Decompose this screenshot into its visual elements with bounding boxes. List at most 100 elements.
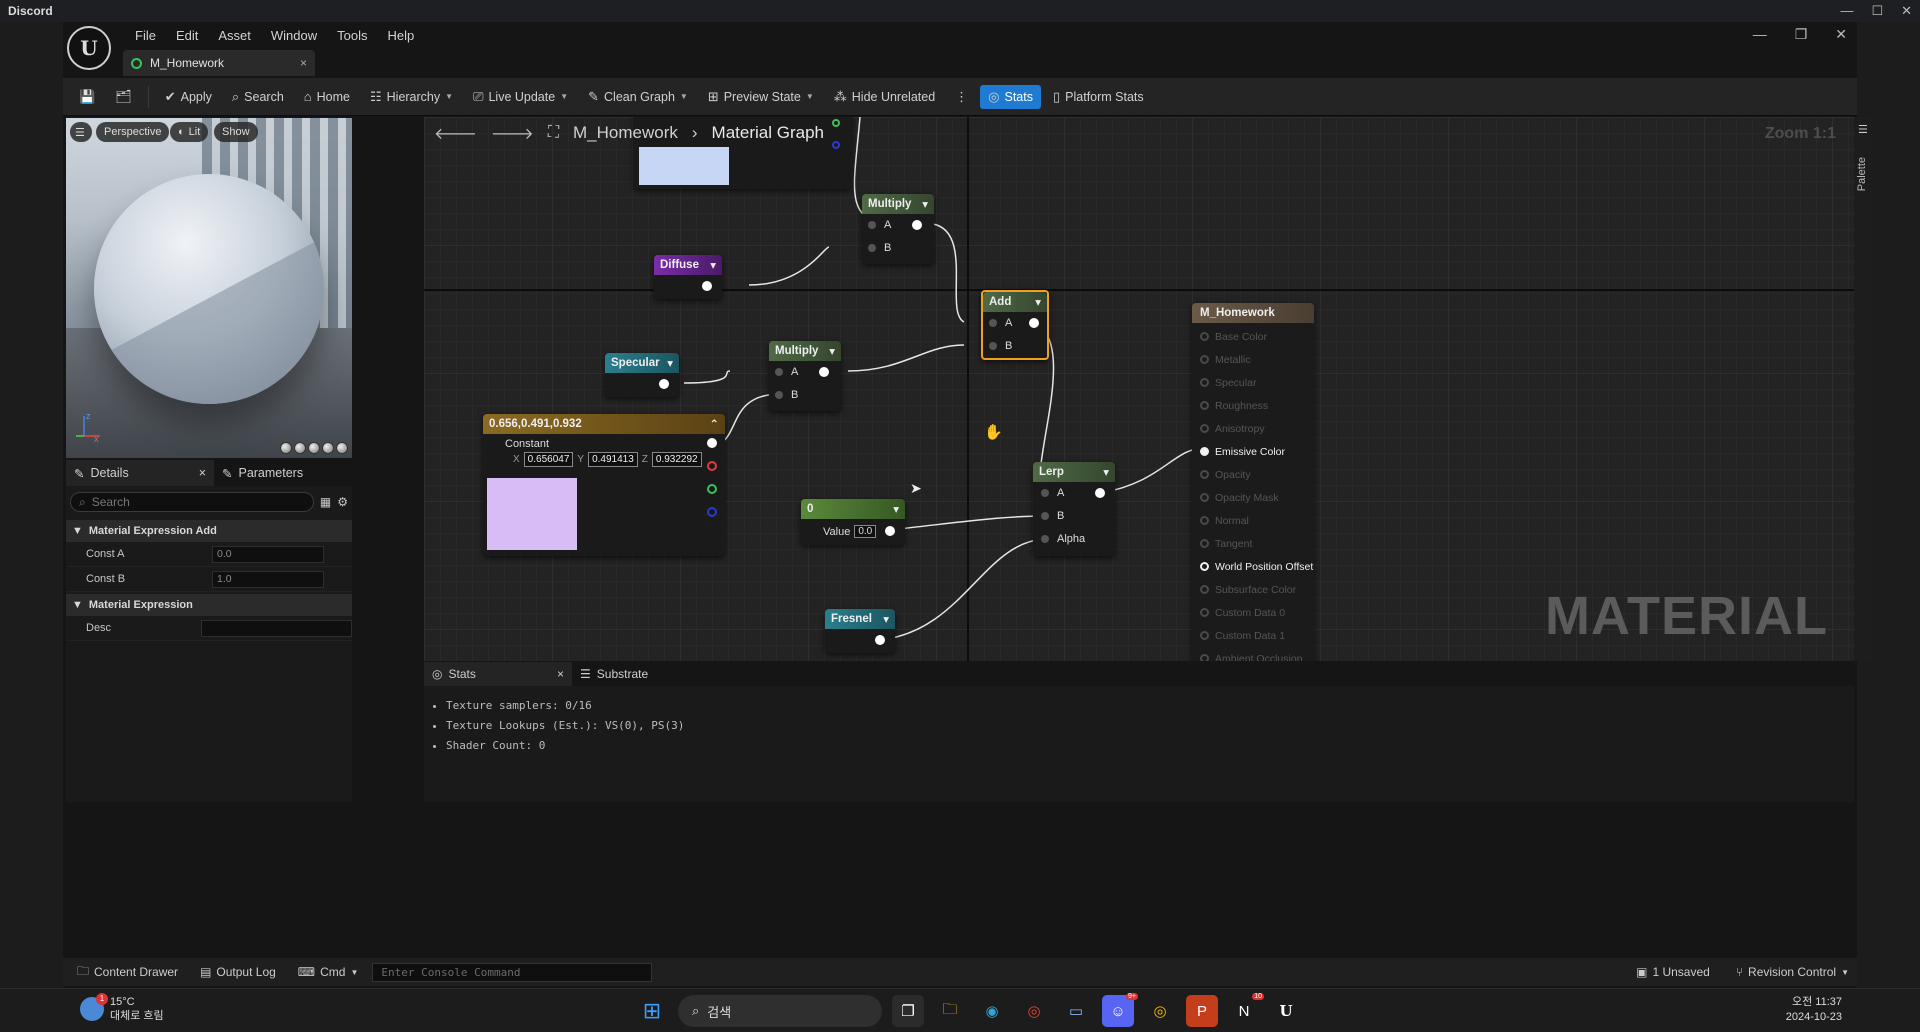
stats-button[interactable]: ◎ Stats bbox=[980, 84, 1041, 109]
menu-asset[interactable]: Asset bbox=[208, 24, 261, 47]
const-b-field[interactable]: 1.0 bbox=[212, 570, 324, 588]
result-input-pin[interactable] bbox=[1200, 493, 1209, 502]
result-input-pin-row[interactable]: Metallic bbox=[1200, 348, 1313, 371]
result-input-pin-row[interactable]: Base Color bbox=[1200, 325, 1313, 348]
settings-gear-icon[interactable]: ⚙ bbox=[337, 495, 348, 509]
forward-arrow-icon[interactable]: 🡒 bbox=[491, 123, 534, 144]
output-pin[interactable] bbox=[659, 379, 669, 389]
tab-details[interactable]: ✎ Details × bbox=[66, 460, 214, 486]
multiply-node-2[interactable]: Multiply ▾ A B bbox=[769, 341, 841, 411]
result-input-pin-row[interactable]: Custom Data 0 bbox=[1200, 601, 1313, 624]
table-view-icon[interactable]: ▦ bbox=[320, 495, 331, 509]
result-input-pin-row[interactable]: Emissive Color bbox=[1200, 440, 1313, 463]
result-input-pin[interactable] bbox=[1200, 631, 1209, 640]
save-button[interactable]: 💾 bbox=[71, 85, 103, 109]
input-pin-a[interactable] bbox=[775, 368, 783, 376]
back-arrow-icon[interactable]: 🡐 bbox=[434, 123, 477, 144]
preview-shape-button[interactable] bbox=[322, 442, 334, 454]
viewport-menu-button[interactable]: ☰ bbox=[70, 122, 92, 142]
hierarchy-dropdown[interactable]: ☷ Hierarchy ▼ bbox=[362, 85, 461, 109]
preview-shape-button[interactable] bbox=[308, 442, 320, 454]
hide-unrelated-button[interactable]: ⁂ Hide Unrelated bbox=[826, 85, 943, 109]
input-pin-a[interactable] bbox=[1041, 489, 1049, 497]
output-pin[interactable] bbox=[875, 635, 885, 645]
taskbar-search-box[interactable]: ⌕ 검색 bbox=[678, 995, 882, 1027]
live-update-dropdown[interactable]: ⎚ Live Update ▼ bbox=[465, 85, 576, 109]
output-pin[interactable] bbox=[702, 281, 712, 291]
section-material-expression[interactable]: ▼ Material Expression bbox=[66, 594, 352, 616]
chrome-icon[interactable]: ◎ bbox=[1018, 995, 1050, 1027]
result-input-pin[interactable] bbox=[1200, 585, 1209, 594]
result-input-pin-row[interactable]: Subsurface Color bbox=[1200, 578, 1313, 601]
blue-channel-pin[interactable] bbox=[707, 507, 717, 517]
powerpoint-icon[interactable]: P bbox=[1186, 995, 1218, 1027]
app-minimize-button[interactable]: — bbox=[1753, 26, 1767, 43]
constant-node[interactable]: 0 ▾ Value 0.0 bbox=[801, 499, 905, 545]
result-input-pin[interactable] bbox=[1200, 447, 1209, 456]
result-input-pin[interactable] bbox=[1200, 608, 1209, 617]
result-input-pin-row[interactable]: Ambient Occlusion bbox=[1200, 647, 1313, 661]
perspective-button[interactable]: Perspective bbox=[96, 122, 170, 142]
graph-hierarchy-icon[interactable]: ⛶ bbox=[548, 124, 559, 142]
fresnel-node[interactable]: Fresnel ▾ bbox=[825, 609, 895, 653]
material-result-node[interactable]: M_Homework Base Color Metallic Specular Rou… bbox=[1192, 303, 1314, 661]
browse-button[interactable]: 🗂 bbox=[107, 85, 140, 109]
section-material-expression-add[interactable]: ▼ Material Expression Add bbox=[66, 520, 352, 542]
result-input-pin[interactable] bbox=[1200, 355, 1209, 364]
menu-edit[interactable]: Edit bbox=[166, 24, 208, 47]
chrome-icon[interactable]: ◎ bbox=[1144, 995, 1176, 1027]
cmd-dropdown[interactable]: ⌨ Cmd ▼ bbox=[290, 962, 367, 982]
tab-substrate[interactable]: ☰ Substrate bbox=[572, 662, 656, 686]
multiply-node-1[interactable]: Multiply ▾ A B bbox=[862, 194, 934, 264]
preview-shape-button[interactable] bbox=[280, 442, 292, 454]
revision-control-dropdown[interactable]: ⑂ Revision Control ▼ bbox=[1728, 962, 1857, 982]
menu-tools[interactable]: Tools bbox=[327, 24, 377, 47]
input-pin-b[interactable] bbox=[989, 342, 997, 350]
home-button[interactable]: ⌂ Home bbox=[296, 85, 358, 108]
file-explorer-icon[interactable]: 🗀 bbox=[934, 995, 966, 1027]
document-tab-close-icon[interactable]: × bbox=[300, 56, 307, 70]
result-input-pin-row[interactable]: Tangent bbox=[1200, 532, 1313, 555]
desc-field[interactable] bbox=[200, 619, 352, 637]
preview-state-dropdown[interactable]: ⊞ Preview State ▼ bbox=[700, 85, 822, 109]
taskbar-clock[interactable]: 오전 11:37 2024-10-23 bbox=[1786, 995, 1842, 1025]
app-icon[interactable]: ▭ bbox=[1060, 995, 1092, 1027]
console-command-input[interactable]: Enter Console Command bbox=[372, 962, 653, 982]
show-button[interactable]: Show bbox=[214, 122, 258, 142]
edge-browser-icon[interactable]: ◉ bbox=[976, 995, 1008, 1027]
unsaved-button[interactable]: ▣ 1 Unsaved bbox=[1628, 962, 1718, 982]
result-input-pin-row[interactable]: Specular bbox=[1200, 371, 1313, 394]
clean-graph-dropdown[interactable]: ✎ Clean Graph ▼ bbox=[580, 85, 696, 109]
const-a-field[interactable]: 0.0 bbox=[212, 545, 324, 563]
result-input-pin-row[interactable]: Custom Data 1 bbox=[1200, 624, 1313, 647]
diffuse-parameter-node[interactable]: Diffuse ▾ bbox=[654, 255, 722, 299]
tab-stats-close-icon[interactable]: × bbox=[557, 667, 564, 681]
menu-help[interactable]: Help bbox=[377, 24, 424, 47]
result-input-pin-row[interactable]: Opacity Mask bbox=[1200, 486, 1313, 509]
unreal-engine-icon[interactable]: U bbox=[1270, 995, 1302, 1027]
result-input-pin[interactable] bbox=[1200, 654, 1209, 661]
unreal-logo-icon[interactable]: U bbox=[67, 26, 111, 70]
result-input-pin-row[interactable]: Roughness bbox=[1200, 394, 1313, 417]
rgb-output-pin[interactable] bbox=[707, 438, 717, 448]
y-field[interactable]: 0.491413 bbox=[588, 452, 638, 467]
result-input-pin-row[interactable]: Opacity bbox=[1200, 463, 1313, 486]
input-pin-a[interactable] bbox=[868, 221, 876, 229]
apply-button[interactable]: ✔ Apply bbox=[157, 85, 220, 109]
z-field[interactable]: 0.932292 bbox=[651, 452, 702, 467]
palette-side-tab[interactable]: ☰ Palette bbox=[1854, 117, 1874, 661]
tab-stats[interactable]: ◎ Stats × bbox=[424, 662, 572, 686]
menu-file[interactable]: File bbox=[125, 24, 166, 47]
material-graph-canvas[interactable]: Multiply ▾ A B Diffuse ▾ Add ▾ A B Specular… bbox=[424, 117, 1854, 661]
app-restore-button[interactable]: ❐ bbox=[1795, 26, 1808, 43]
preview-shape-button[interactable] bbox=[294, 442, 306, 454]
windows-start-icon[interactable]: ⊞ bbox=[636, 995, 668, 1027]
result-input-pin-row[interactable]: World Position Offset bbox=[1200, 555, 1313, 578]
result-input-pin[interactable] bbox=[1200, 516, 1209, 525]
result-input-pin-row[interactable]: Normal bbox=[1200, 509, 1313, 532]
result-input-pin[interactable] bbox=[1200, 539, 1209, 548]
input-pin-b[interactable] bbox=[1041, 512, 1049, 520]
x-field[interactable]: 0.656047 bbox=[523, 452, 574, 467]
outer-maximize-button[interactable]: ☐ bbox=[1871, 3, 1883, 19]
content-drawer-button[interactable]: 🗀 Content Drawer bbox=[69, 959, 186, 986]
